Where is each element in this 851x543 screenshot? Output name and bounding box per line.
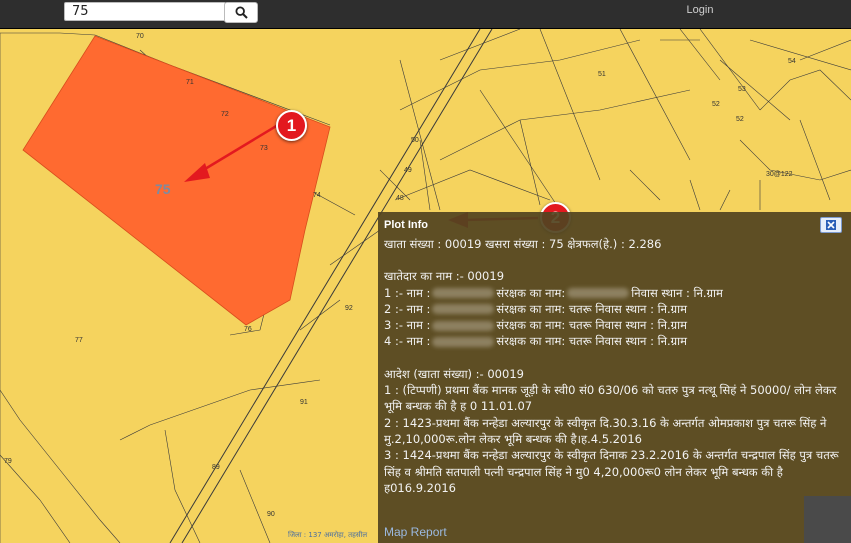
search-icon	[234, 6, 248, 19]
selected-plot-label: 75	[155, 181, 171, 197]
plot-number: 73	[260, 145, 268, 152]
plot-number: 77	[75, 337, 83, 344]
close-icon	[826, 220, 836, 230]
owner-row: 4 :- नाम : संरक्षक का नाम: चतरू निवास स्थ…	[384, 334, 687, 349]
plot-number: 49	[404, 167, 412, 174]
plot-info-body: खाता संख्या : 00019 खसरा संख्या : 75 क्ष…	[384, 236, 847, 496]
redacted-name	[567, 288, 630, 299]
plot-number: 30@122	[766, 171, 793, 178]
plot-number: 71	[186, 79, 194, 86]
plot-info-title: Plot Info	[384, 219, 428, 231]
plot-number: 91	[300, 399, 308, 406]
map-corner	[804, 496, 851, 543]
owner-row: 1 :- नाम : संरक्षक का नाम: निवास स्थान : न…	[384, 285, 723, 300]
order-item: 3 : 1424-प्रथमा बैंक नन्हेडा अल्यारपुर क…	[384, 448, 839, 495]
plot-number: 48	[396, 195, 404, 202]
owner-header: खातेदार का नाम :- 00019	[384, 269, 505, 284]
order-item: 2 : 1423-प्रथमा बैंक नन्हेडा अल्यारपुर क…	[384, 415, 827, 446]
order-item: 1 : (टिप्पणी) प्रथमा बैंक मानक जूड़ी के …	[384, 383, 837, 414]
plot-number: 51	[598, 71, 606, 78]
close-button[interactable]	[820, 217, 842, 233]
redacted-name	[432, 288, 495, 299]
owner-row: 2 :- नाम : संरक्षक का नाम: चतरू निवास स्थ…	[384, 301, 687, 316]
plot-number: 50	[411, 137, 419, 144]
plot-number: 52	[712, 101, 720, 108]
search-input[interactable]	[64, 2, 226, 21]
plot-number: 52	[736, 116, 744, 123]
plot-number: 79	[4, 458, 12, 465]
plot-number: 72	[221, 111, 229, 118]
map-footer-text: जिला : 137 अमरोहा, तहसील	[288, 531, 368, 539]
plot-number: 92	[345, 305, 353, 312]
top-bar: Login	[0, 0, 851, 29]
plot-number: 89	[212, 464, 220, 471]
redacted-name	[432, 304, 495, 315]
plot-number: 76	[244, 326, 252, 333]
plot-number: 74	[313, 192, 321, 199]
redacted-name	[432, 336, 495, 347]
plot-number: 70	[136, 33, 144, 40]
map-report-link[interactable]: Map Report	[384, 525, 447, 539]
plot-number: 90	[267, 511, 275, 518]
plot-number: 54	[788, 58, 796, 65]
login-link[interactable]: Login	[676, 4, 724, 16]
owner-row: 3 :- नाम : संरक्षक का नाम: चतरू निवास स्थ…	[384, 318, 687, 333]
plot-info-panel: Plot Info खाता संख्या : 00019 खसरा संख्य…	[378, 212, 851, 543]
plot-summary: खाता संख्या : 00019 खसरा संख्या : 75 क्ष…	[384, 237, 662, 251]
search-button[interactable]	[224, 2, 258, 23]
plot-number: 53	[738, 86, 746, 93]
callout-badge-1: 1	[276, 110, 307, 141]
order-header: आदेश (खाता संख्या) :- 00019	[384, 366, 524, 381]
redacted-name	[432, 320, 495, 331]
